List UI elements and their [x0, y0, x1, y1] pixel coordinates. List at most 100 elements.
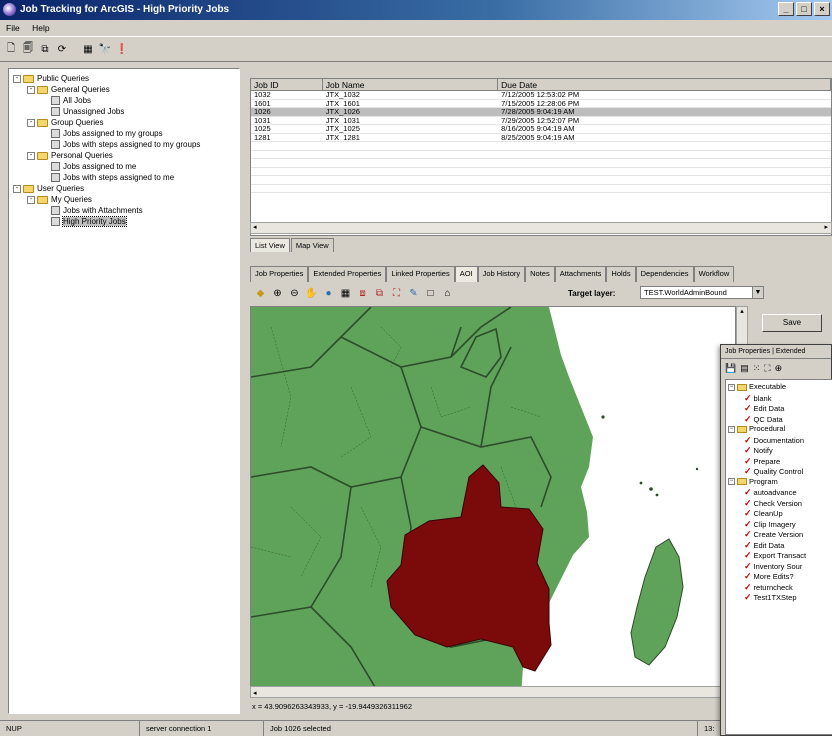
tab-list-view[interactable]: List View: [250, 238, 290, 252]
tab-detail[interactable]: Notes: [525, 266, 555, 282]
maximize-button[interactable]: □: [796, 2, 812, 16]
map-scroll-left-icon[interactable]: ◂: [253, 690, 257, 697]
target-layer-select[interactable]: TEST.WorldAdminBound ▼: [640, 286, 764, 299]
overlay-tabs[interactable]: Job Properties | Extended: [721, 345, 831, 359]
step-item[interactable]: ✓ CleanUp: [726, 508, 832, 519]
scroll-right-icon[interactable]: ▸: [824, 223, 828, 233]
draw-aoi-icon[interactable]: ⛶: [390, 287, 403, 300]
step-item[interactable]: ✓ Documentation: [726, 435, 832, 446]
rectangle-icon[interactable]: □: [424, 287, 437, 300]
new-jobs-icon[interactable]: 🗐: [21, 42, 35, 56]
step-item[interactable]: ✓ Edit Data: [726, 540, 832, 551]
step-item[interactable]: ✓ blank: [726, 393, 832, 404]
grid-horizontal-scrollbar[interactable]: ◂ ▸: [250, 222, 832, 234]
col-due-date[interactable]: Due Date: [498, 79, 831, 90]
tree-folder[interactable]: - User Queries: [9, 183, 239, 194]
find-icon[interactable]: 🔭: [98, 42, 112, 56]
tree-query-item[interactable]: Unassigned Jobs: [9, 106, 239, 117]
zoom-icon[interactable]: ⊕: [775, 363, 783, 374]
tree-folder[interactable]: - Group Queries: [9, 117, 239, 128]
tree-folder[interactable]: - General Queries: [9, 84, 239, 95]
full-extent-icon[interactable]: ●: [322, 287, 335, 300]
collapse-icon[interactable]: -: [27, 85, 35, 94]
collapse-icon[interactable]: -: [27, 118, 35, 127]
pan-icon[interactable]: ✋: [305, 287, 318, 300]
table-row[interactable]: 1025 JTX_1025 8/16/2005 9:04:19 AM: [251, 125, 831, 134]
tab-detail[interactable]: Extended Properties: [308, 266, 387, 282]
save-button[interactable]: Save: [762, 314, 822, 332]
copy-job-icon[interactable]: ⧉: [38, 42, 52, 56]
tab-detail[interactable]: Linked Properties: [386, 266, 455, 282]
step-item[interactable]: ✓ Export Transact: [726, 550, 832, 561]
tab-detail[interactable]: AOI: [454, 266, 478, 282]
grid-icon[interactable]: ⁙: [753, 363, 761, 374]
tree-query-item[interactable]: Jobs assigned to my groups: [9, 128, 239, 139]
aoi-map[interactable]: [250, 306, 736, 696]
collapse-icon[interactable]: -: [27, 151, 35, 160]
tab-detail[interactable]: Attachments: [554, 266, 607, 282]
collapse-icon[interactable]: −: [728, 383, 735, 391]
step-category[interactable]: − Procedural: [726, 424, 832, 435]
step-item[interactable]: ✓ Create Version: [726, 529, 832, 540]
tab-detail[interactable]: Job History: [477, 266, 526, 282]
table-row[interactable]: 1601 JTX_1601 7/15/2005 12:28:06 PM: [251, 100, 831, 108]
zoom-in-icon[interactable]: ⊕: [271, 287, 284, 300]
step-item[interactable]: ✓ Clip Imagery: [726, 519, 832, 530]
step-item[interactable]: ✓ Prepare: [726, 456, 832, 467]
zoom-out-icon[interactable]: ⊖: [288, 287, 301, 300]
collapse-icon[interactable]: -: [13, 184, 21, 193]
col-job-id[interactable]: Job ID: [251, 79, 323, 90]
tab-detail[interactable]: Job Properties: [250, 266, 309, 282]
tree-folder[interactable]: - My Queries: [9, 194, 239, 205]
refresh-icon[interactable]: ⟳: [55, 42, 69, 56]
tree-query-item[interactable]: Jobs with steps assigned to my groups: [9, 139, 239, 150]
pin-icon[interactable]: ❗: [115, 42, 129, 56]
clear-selection-icon[interactable]: ⧉: [373, 287, 386, 300]
scroll-up-icon[interactable]: ▴: [737, 307, 747, 315]
step-item[interactable]: ✓ QC Data: [726, 414, 832, 425]
tree-folder[interactable]: - Public Queries: [9, 73, 239, 84]
tab-detail[interactable]: Holds: [606, 266, 636, 282]
table-row[interactable]: 1032 JTX_1032 7/12/2005 12:53:02 PM: [251, 91, 831, 100]
select-features-icon[interactable]: ⧈: [356, 287, 369, 300]
table-row[interactable]: 1031 JTX_1031 7/29/2005 12:52:07 PM: [251, 117, 831, 125]
add-data-icon[interactable]: ◆: [254, 287, 267, 300]
new-job-icon[interactable]: 🗋: [4, 42, 18, 56]
tree-query-item[interactable]: All Jobs: [9, 95, 239, 106]
step-item[interactable]: ✓ Edit Data: [726, 403, 832, 414]
tree-query-item[interactable]: Jobs assigned to me: [9, 161, 239, 172]
collapse-icon[interactable]: −: [728, 425, 735, 433]
step-category[interactable]: − Program: [726, 477, 832, 488]
scroll-left-icon[interactable]: ◂: [253, 224, 257, 231]
step-item[interactable]: ✓ Inventory Sour: [726, 561, 832, 572]
chevron-down-icon[interactable]: ▼: [752, 287, 763, 298]
layout-icon[interactable]: ▤: [740, 363, 749, 374]
step-item[interactable]: ✓ Check Version: [726, 498, 832, 509]
collapse-icon[interactable]: -: [27, 195, 35, 204]
step-item[interactable]: ✓ Test1TXStep: [726, 592, 832, 603]
table-row[interactable]: 1026 JTX_1026 7/28/2005 9:04:19 AM: [251, 108, 831, 117]
step-category[interactable]: − Executable: [726, 382, 832, 393]
close-button[interactable]: ×: [814, 2, 830, 16]
col-job-name[interactable]: Job Name: [323, 79, 499, 90]
step-item[interactable]: ✓ returncheck: [726, 582, 832, 593]
tab-detail[interactable]: Workflow: [693, 266, 735, 282]
collapse-icon[interactable]: -: [13, 74, 21, 83]
fit-icon[interactable]: ⛶: [764, 363, 770, 374]
edit-aoi-icon[interactable]: ✎: [407, 287, 420, 300]
step-item[interactable]: ✓ More Edits?: [726, 571, 832, 582]
map-horizontal-scrollbar[interactable]: ◂: [250, 686, 748, 698]
step-item[interactable]: ✓ Quality Control: [726, 466, 832, 477]
tree-query-item[interactable]: High Priority Jobs: [9, 216, 239, 227]
grid-icon[interactable]: ▦: [339, 287, 352, 300]
minimize-button[interactable]: _: [778, 2, 794, 16]
step-item[interactable]: ✓ Notify: [726, 445, 832, 456]
table-row[interactable]: 1281 JTX_1281 8/25/2005 9:04:19 AM: [251, 134, 831, 142]
tab-detail[interactable]: Dependencies: [635, 266, 694, 282]
save-icon[interactable]: 💾: [725, 363, 736, 374]
table-icon[interactable]: ▦: [81, 42, 95, 56]
tree-folder[interactable]: - Personal Queries: [9, 150, 239, 161]
step-item[interactable]: ✓ autoadvance: [726, 487, 832, 498]
tree-query-item[interactable]: Jobs with Attachments: [9, 205, 239, 216]
polygon-icon[interactable]: ⌂: [441, 287, 454, 300]
